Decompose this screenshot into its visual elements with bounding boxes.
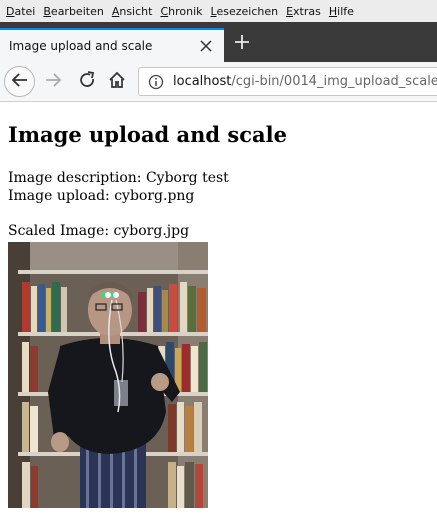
menu-item-extras[interactable]: Extras: [282, 5, 325, 18]
image-upload-text: Image upload: cyborg.png: [8, 188, 195, 204]
navigation-toolbar: localhost/cgi-bin/0014_img_upload_scale: [0, 62, 437, 102]
page-heading: Image upload and scale: [8, 122, 287, 147]
menu-item-chronik[interactable]: Chronik: [156, 5, 206, 18]
forward-arrow-icon: [44, 71, 62, 93]
close-icon[interactable]: [196, 36, 216, 56]
scaled-image-text: Scaled Image: cyborg.jpg: [8, 223, 190, 239]
reload-button[interactable]: [74, 69, 100, 95]
url-path: /cgi-bin/0014_img_upload_scale: [231, 74, 437, 89]
menu-item-bearbeiten[interactable]: Bearbeiten: [39, 5, 107, 18]
reload-icon: [78, 71, 96, 93]
tab-title: Image upload and scale: [9, 39, 153, 53]
menu-item-lesezeichen[interactable]: Lesezeichen: [207, 5, 283, 18]
menu-item-datei[interactable]: Datei: [0, 5, 39, 18]
info-icon[interactable]: [145, 71, 167, 93]
home-button[interactable]: [104, 69, 130, 95]
new-tab-button[interactable]: [228, 29, 256, 57]
plus-icon: [234, 31, 250, 56]
tab-active[interactable]: Image upload and scale: [0, 28, 224, 62]
forward-button[interactable]: [40, 69, 66, 95]
back-arrow-icon: [11, 71, 29, 93]
menu-item-ansicht[interactable]: Ansicht: [108, 5, 157, 18]
page-content: Image upload and scale Image description…: [0, 102, 437, 523]
url-host: localhost: [173, 74, 232, 89]
back-button[interactable]: [4, 66, 35, 97]
image-description-text: Image description: Cyborg test: [8, 170, 229, 186]
tab-strip: Image upload and scale: [0, 22, 437, 62]
menu-item-hilfe[interactable]: Hilfe: [325, 5, 358, 18]
menu-bar: Datei Bearbeiten Ansicht Chronik Lesezei…: [0, 0, 437, 22]
scaled-image: [8, 242, 208, 508]
address-bar[interactable]: localhost/cgi-bin/0014_img_upload_scale: [138, 67, 437, 96]
url-text[interactable]: localhost/cgi-bin/0014_img_upload_scale: [173, 74, 437, 89]
home-icon: [108, 71, 126, 93]
